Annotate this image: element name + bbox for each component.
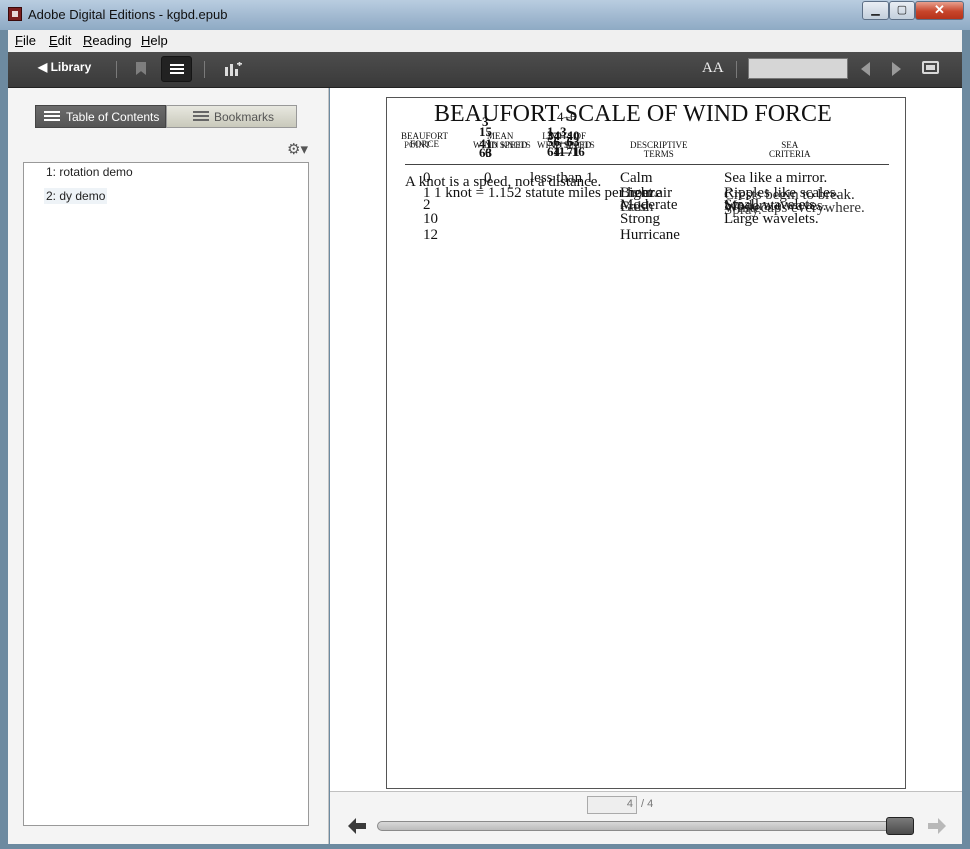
row-force: 10: [423, 211, 438, 227]
toc-list: 1: rotation demo 2: dy demo: [23, 162, 309, 826]
row-sea: Large wavelets.: [724, 211, 819, 227]
font-size-icon[interactable]: AA: [702, 60, 724, 77]
reader-footer: 4 / 4: [330, 791, 962, 844]
close-button[interactable]: ✕: [915, 1, 964, 20]
page-number-input[interactable]: 4: [587, 796, 637, 814]
window-title: Adobe Digital Editions - kgbd.epub: [28, 7, 228, 22]
menu-edit[interactable]: Edit: [49, 33, 71, 48]
menu-bar: File Edit Reading Help: [8, 30, 962, 53]
menu-reading[interactable]: Reading: [83, 33, 131, 48]
tab-label: Bookmarks: [214, 110, 275, 124]
tab-bookmarks[interactable]: Bookmarks: [166, 105, 297, 128]
page-total: / 4: [641, 798, 654, 810]
forward-arrow-icon[interactable]: [928, 818, 946, 834]
row-desc: Hurricane: [620, 227, 680, 243]
app-icon: [8, 7, 22, 21]
page-title: BEAUFORT SCALE OF WIND FORCE: [434, 101, 832, 127]
menu-file[interactable]: File: [15, 33, 36, 48]
toolbar: ◀ Library AA: [8, 52, 962, 88]
previous-page-icon[interactable]: [861, 62, 870, 76]
toolbar-divider: [204, 61, 205, 78]
library-button[interactable]: ◀ Library: [38, 60, 91, 74]
toc-item-rotation-demo[interactable]: 1: rotation demo: [44, 164, 135, 180]
search-input[interactable]: [748, 58, 848, 79]
toolbar-divider: [116, 61, 117, 78]
table-rule: [405, 164, 889, 165]
row-desc: Strong: [620, 211, 661, 227]
overlay-title: 4–6: [557, 109, 577, 124]
header-sea: SEA CRITERIA: [769, 140, 811, 159]
minimize-button[interactable]: ▁: [862, 1, 889, 20]
add-chart-icon[interactable]: [224, 62, 242, 76]
reading-pane: BEAUFORT SCALE OF WIND FORCE 4–6 BEAUFOR…: [330, 88, 962, 791]
header-mean-overlay: IN KNOTS: [489, 140, 531, 150]
back-arrow-icon[interactable]: [348, 818, 366, 834]
toc-icon: [44, 111, 60, 122]
header-descriptive: DESCRIPTIVE TERMS: [630, 140, 688, 159]
toolbar-divider: [736, 61, 737, 78]
fullscreen-icon[interactable]: [922, 61, 939, 74]
maximize-button[interactable]: ▢: [889, 1, 915, 20]
header-force-overlay: POINT: [404, 140, 431, 150]
row-force: 12: [423, 227, 438, 243]
page-slider-thumb[interactable]: [886, 817, 914, 835]
toc-item-dy-demo[interactable]: 2: dy demo: [44, 188, 108, 204]
toc-view-button[interactable]: [161, 56, 192, 82]
bookmarks-icon: [193, 111, 209, 122]
book-page: BEAUFORT SCALE OF WIND FORCE 4–6 BEAUFOR…: [386, 97, 906, 789]
menu-help[interactable]: Help: [141, 33, 168, 48]
limits-stack-5: 11–16: [553, 144, 585, 159]
page-slider-track[interactable]: [377, 821, 912, 831]
title-bar: Adobe Digital Editions - kgbd.epub ▁ ▢ ✕: [0, 0, 970, 30]
bookmark-icon[interactable]: [136, 62, 146, 75]
sidebar: Table of Contents Bookmarks ⚙▾ 1: rotati…: [8, 88, 329, 844]
mean-stack-5: 6: [485, 145, 492, 160]
next-page-icon[interactable]: [892, 62, 901, 76]
tab-table-of-contents[interactable]: Table of Contents: [35, 105, 166, 128]
settings-gear-icon[interactable]: ⚙▾: [287, 140, 308, 158]
list-icon: [170, 64, 184, 66]
tab-label: Table of Contents: [66, 110, 160, 124]
